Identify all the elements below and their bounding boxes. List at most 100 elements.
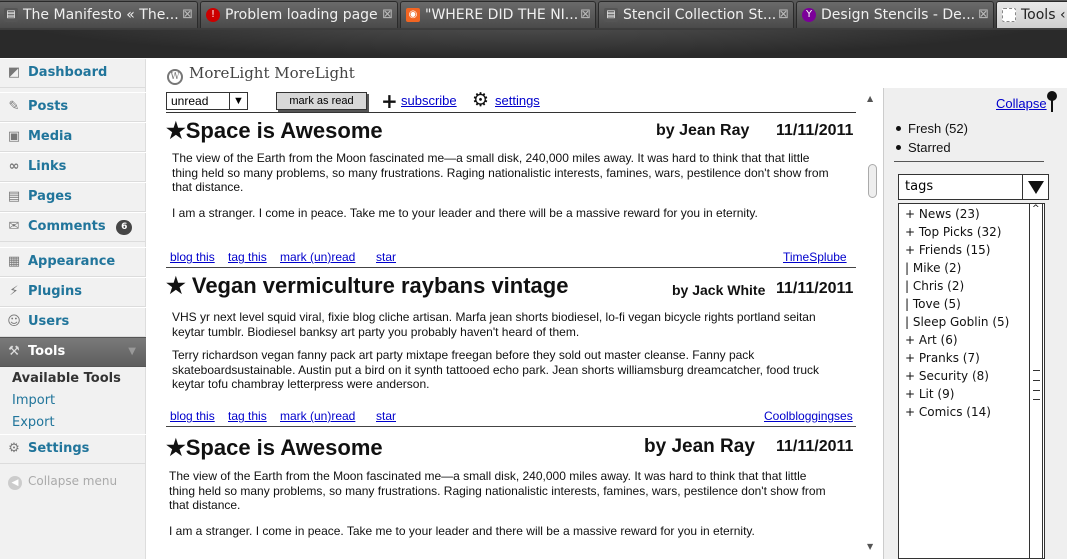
article-paragraph: I am a stranger. I come in peace. Take m… xyxy=(172,205,758,220)
scrollbar-grip[interactable] xyxy=(1033,370,1040,400)
browser-tab-problem-loading[interactable]: ! Problem loading page ⊠ xyxy=(200,1,398,28)
error-icon: ! xyxy=(206,8,220,22)
tag-item[interactable]: + Pranks (7) xyxy=(905,351,980,365)
collapse-arrow-icon: ◀ xyxy=(8,476,22,490)
menu-label: Settings xyxy=(28,441,90,456)
menu-item-media[interactable]: ▣ Media xyxy=(0,122,146,152)
mark-unread-link[interactable]: mark (un)read xyxy=(280,250,355,264)
menu-label: Posts xyxy=(28,99,69,114)
article-date: 11/11/2011 xyxy=(776,122,854,139)
tags-select[interactable]: tags xyxy=(898,174,1049,200)
close-icon[interactable]: ⊠ xyxy=(580,2,591,28)
menu-item-comments[interactable]: ✉ Comments 6 xyxy=(0,212,146,242)
menu-item-users[interactable]: ☺ Users xyxy=(0,307,146,337)
menu-label: Dashboard xyxy=(28,65,108,80)
menu-item-appearance[interactable]: ▦ Appearance xyxy=(0,247,146,277)
tag-item[interactable]: | Tove (5) xyxy=(905,297,961,311)
article: ★ Vegan vermiculture raybans vintage by … xyxy=(166,270,856,430)
subscribe-link[interactable]: subscribe xyxy=(401,93,457,108)
tag-item[interactable]: + News (23) xyxy=(905,207,980,221)
browser-tab-bar: ▤ The Manifesto « The... ⊠ ! Problem loa… xyxy=(0,0,1067,58)
star-icon[interactable]: ★ xyxy=(166,118,186,143)
close-icon[interactable]: ⊠ xyxy=(182,2,193,28)
menu-item-plugins[interactable]: ⚡ Plugins xyxy=(0,277,146,307)
page-icon: ▤ xyxy=(4,8,18,22)
menu-item-pages[interactable]: ▤ Pages xyxy=(0,182,146,212)
tag-item[interactable]: | Chris (2) xyxy=(905,279,964,293)
submenu-available-tools[interactable]: Available Tools xyxy=(12,371,121,386)
chevron-down-icon[interactable]: ▼ xyxy=(229,93,247,109)
browser-tab-design-stencils[interactable]: Y Design Stencils - De... ⊠ xyxy=(796,1,994,28)
tag-item[interactable]: + Comics (14) xyxy=(905,405,991,419)
blog-this-link[interactable]: blog this xyxy=(170,409,215,423)
article-divider xyxy=(166,426,856,427)
tab-title: Tools ‹ xyxy=(1021,7,1066,23)
chevron-down-icon[interactable] xyxy=(1022,175,1048,199)
article-author: by Jack White xyxy=(672,282,766,298)
close-icon[interactable]: ⊠ xyxy=(978,2,989,28)
tag-item[interactable]: + Art (6) xyxy=(905,333,958,347)
submenu-export[interactable]: Export xyxy=(12,415,55,430)
mark-unread-link[interactable]: mark (un)read xyxy=(280,409,355,423)
site-title-text: MoreLight MoreLight xyxy=(189,64,355,82)
tags-scrollbar[interactable]: ^ xyxy=(1029,203,1043,559)
tag-item[interactable]: + Security (8) xyxy=(905,369,989,383)
tab-title: Design Stencils - De... xyxy=(821,7,976,23)
star-link[interactable]: star xyxy=(376,250,396,264)
scroll-down-icon[interactable]: ▼ xyxy=(867,542,873,551)
menu-item-tools[interactable]: ⚒ Tools ▼ xyxy=(0,337,146,367)
scrollbar-thumb[interactable] xyxy=(868,164,877,198)
star-link[interactable]: star xyxy=(376,409,396,423)
tag-item[interactable]: + Friends (15) xyxy=(905,243,990,257)
plus-icon[interactable]: + xyxy=(381,89,398,113)
article-feed: ★Space is Awesome by Jean Ray 11/11/2011… xyxy=(166,115,856,559)
tab-title: Problem loading page xyxy=(225,7,378,23)
article-title[interactable]: Vegan vermiculture raybans vintage xyxy=(192,273,569,298)
tag-item[interactable]: + Top Picks (32) xyxy=(905,225,1002,239)
tag-item[interactable]: | Sleep Goblin (5) xyxy=(905,315,1009,329)
gear-icon[interactable]: ⚙ xyxy=(472,89,489,111)
browser-tab-manifesto[interactable]: ▤ The Manifesto « The... ⊠ xyxy=(0,1,198,28)
source-link[interactable]: TimeSplube xyxy=(783,250,847,264)
blog-this-link[interactable]: blog this xyxy=(170,250,215,264)
tag-this-link[interactable]: tag this xyxy=(228,250,267,264)
menu-item-settings[interactable]: ⚙ Settings xyxy=(0,434,146,464)
tag-item[interactable]: + Lit (9) xyxy=(905,387,954,401)
page-icon xyxy=(1002,8,1016,22)
tag-this-link[interactable]: tag this xyxy=(228,409,267,423)
browser-tab-tools[interactable]: Tools ‹ xyxy=(996,1,1067,28)
menu-label: Media xyxy=(28,129,73,144)
scroll-up-icon[interactable]: ▲ xyxy=(867,94,873,103)
close-icon[interactable]: ⊠ xyxy=(382,2,393,28)
feed-scrollbar[interactable]: ▲ ▼ xyxy=(865,94,879,554)
settings-icon: ⚙ xyxy=(8,441,20,456)
mark-as-read-button[interactable]: mark as read xyxy=(276,92,367,110)
source-link[interactable]: Coolbloggingses xyxy=(764,409,853,423)
feed-item-fresh[interactable]: Fresh (52) xyxy=(896,119,968,138)
pin-icon[interactable] xyxy=(1047,91,1057,112)
feed-item-starred[interactable]: Starred xyxy=(896,138,968,157)
menu-item-links[interactable]: ∞ Links xyxy=(0,152,146,182)
star-icon[interactable]: ★ xyxy=(166,435,186,460)
browser-tab-where-did[interactable]: ◉ "WHERE DID THE NI... ⊠ xyxy=(400,1,596,28)
filter-select[interactable]: unread ▼ xyxy=(166,92,248,110)
article: ★Space is Awesome by Jean Ray 11/11/2011… xyxy=(166,115,856,268)
article-title[interactable]: Space is Awesome xyxy=(186,435,383,460)
tag-item[interactable]: | Mike (2) xyxy=(905,261,961,275)
menu-label: Pages xyxy=(28,189,72,204)
feeds-list: Fresh (52) Starred xyxy=(896,119,968,157)
settings-link[interactable]: settings xyxy=(495,93,540,108)
menu-item-dashboard[interactable]: ◩ Dashboard xyxy=(0,58,146,88)
menu-item-posts[interactable]: ✎ Posts xyxy=(0,92,146,122)
article-paragraph: I am a stranger. I come in peace. Take m… xyxy=(169,523,755,538)
collapse-menu-button[interactable]: ◀ Collapse menu xyxy=(8,474,117,490)
collapse-link[interactable]: Collapse xyxy=(996,96,1047,111)
scroll-up-icon[interactable]: ^ xyxy=(1032,204,1040,214)
submenu-import[interactable]: Import xyxy=(12,393,55,408)
browser-tab-stencil-collection[interactable]: ▤ Stencil Collection St... ⊠ xyxy=(598,1,794,28)
article-title[interactable]: Space is Awesome xyxy=(186,118,383,143)
close-icon[interactable]: ⊠ xyxy=(778,2,789,28)
article-divider xyxy=(166,267,856,268)
tab-title: "WHERE DID THE NI... xyxy=(425,7,579,23)
star-icon[interactable]: ★ xyxy=(166,273,186,298)
